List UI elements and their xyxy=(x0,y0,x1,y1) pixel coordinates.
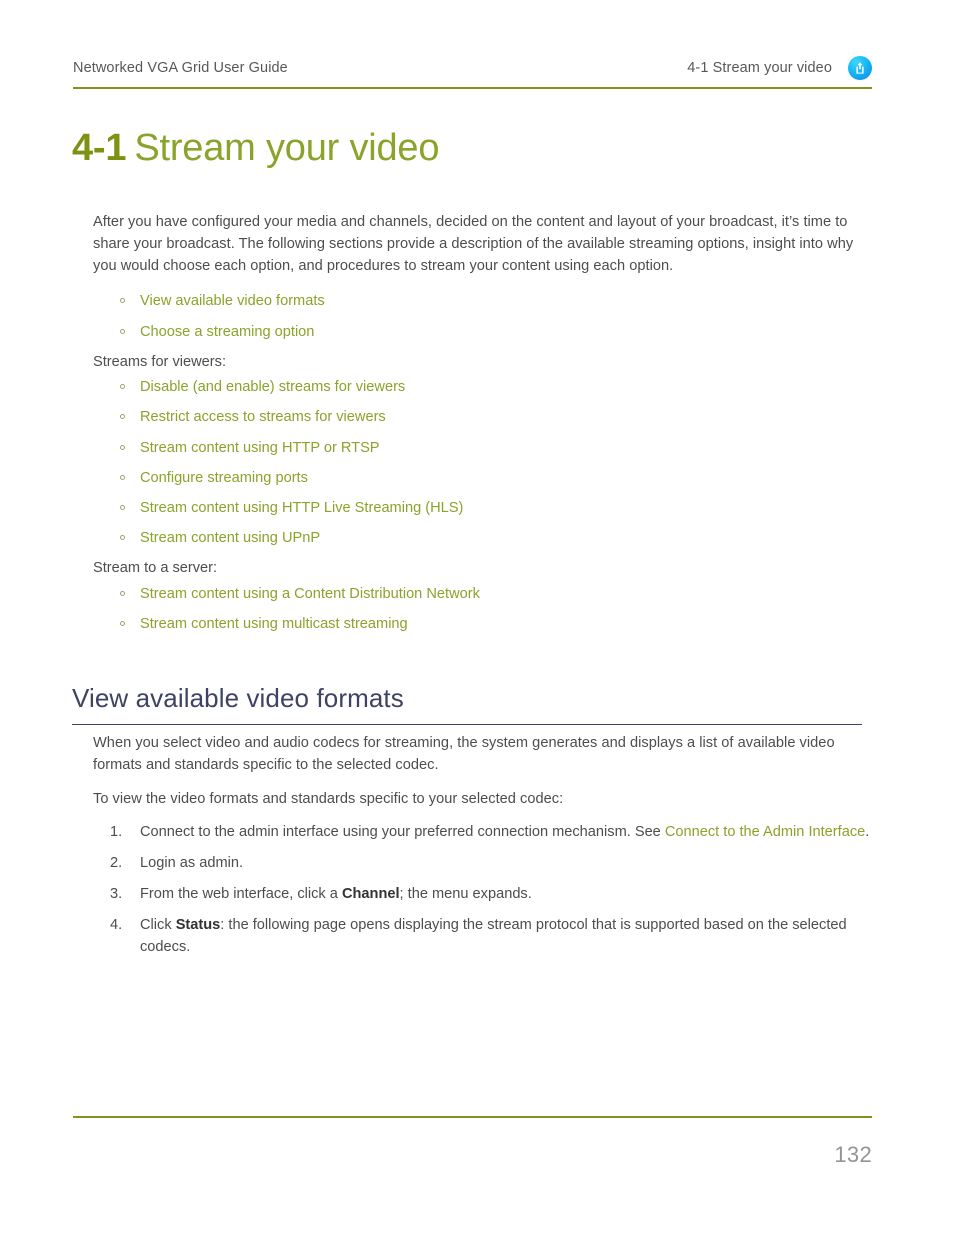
step-1-text: Connect to the admin interface using you… xyxy=(140,824,665,841)
link-stream-content-using-upnp[interactable]: Stream content using UPnP xyxy=(140,530,320,546)
link-connect-to-the-admin-interface[interactable]: Connect to the Admin Interface xyxy=(665,824,865,840)
top-link-list: View available video formats Choose a st… xyxy=(93,291,872,341)
viewers-link-list: Disable (and enable) streams for viewers… xyxy=(93,377,872,548)
bullet-icon xyxy=(120,414,125,420)
link-disable-and-enable-streams-for-viewers[interactable]: Disable (and enable) streams for viewers xyxy=(140,379,405,395)
footer-rule xyxy=(73,1116,872,1118)
step-3-suffix: ; the menu expands. xyxy=(399,885,532,902)
list-item: Stream content using UPnP xyxy=(93,528,872,548)
list-item: Configure streaming ports xyxy=(93,468,872,488)
share-upload-icon xyxy=(848,56,872,80)
step-3-prefix: From the web interface, click a xyxy=(140,885,342,902)
link-configure-streaming-ports[interactable]: Configure streaming ports xyxy=(140,470,308,486)
step-4-suffix: : the following page opens displaying th… xyxy=(140,916,847,955)
document-page: Networked VGA Grid User Guide 4-1 Stream… xyxy=(0,0,954,1235)
bullet-icon xyxy=(120,505,125,511)
bullet-icon xyxy=(120,298,125,304)
bullet-icon xyxy=(120,328,125,334)
header-section-title: 4-1 Stream your video xyxy=(687,60,832,76)
header-right-group: 4-1 Stream your video xyxy=(687,56,872,80)
intro-content: After you have configured your media and… xyxy=(93,212,872,644)
link-stream-content-using-a-content-distribution-network[interactable]: Stream content using a Content Distribut… xyxy=(140,586,480,602)
link-restrict-access-to-streams-for-viewers[interactable]: Restrict access to streams for viewers xyxy=(140,409,386,425)
list-item: Restrict access to streams for viewers xyxy=(93,407,872,427)
stream-to-a-server-label: Stream to a server: xyxy=(93,560,218,577)
list-item: Stream content using HTTP Live Streaming… xyxy=(93,498,872,518)
bullet-icon xyxy=(120,535,125,541)
streams-for-viewers-label: Streams for viewers: xyxy=(93,353,226,370)
list-item: Stream content using multicast streaming xyxy=(93,614,872,634)
list-item: Disable (and enable) streams for viewers xyxy=(93,377,872,397)
page-number: 132 xyxy=(834,1142,872,1167)
server-link-list: Stream content using a Content Distribut… xyxy=(93,584,872,634)
bullet-icon xyxy=(120,444,125,450)
link-choose-a-streaming-option[interactable]: Choose a streaming option xyxy=(140,324,314,340)
page-title-number: 4-1 xyxy=(72,127,127,169)
list-item: View available video formats xyxy=(93,291,872,311)
list-item: Stream content using a Content Distribut… xyxy=(93,584,872,604)
header-rule xyxy=(73,87,872,89)
step-4: Click Status: the following page opens d… xyxy=(93,915,872,959)
section-heading: View available video formats xyxy=(72,683,862,725)
step-4-ui-label: Status xyxy=(175,916,221,933)
intro-paragraph: After you have configured your media and… xyxy=(93,214,854,274)
step-1: Connect to the admin interface using you… xyxy=(93,822,872,844)
step-3: From the web interface, click a Channel;… xyxy=(93,884,872,906)
page-title: 4-1 Stream your video xyxy=(72,125,439,171)
page-header: Networked VGA Grid User Guide 4-1 Stream… xyxy=(73,56,872,80)
link-stream-content-using-hls[interactable]: Stream content using HTTP Live Streaming… xyxy=(140,500,463,516)
link-stream-content-using-multicast-streaming[interactable]: Stream content using multicast streaming xyxy=(140,616,408,632)
link-stream-content-using-http-or-rtsp[interactable]: Stream content using HTTP or RTSP xyxy=(140,440,380,456)
step-4-prefix: Click xyxy=(140,916,176,933)
bullet-icon xyxy=(120,384,125,390)
bullet-icon xyxy=(120,621,125,627)
list-item: Stream content using HTTP or RTSP xyxy=(93,438,872,458)
list-item: Choose a streaming option xyxy=(93,322,872,342)
bullet-icon xyxy=(120,590,125,596)
step-2: Login as admin. xyxy=(93,853,872,875)
step-2-text: Login as admin. xyxy=(140,855,244,872)
section-paragraph-1: When you select video and audio codecs f… xyxy=(93,735,835,773)
procedure-steps: Connect to the admin interface using you… xyxy=(93,822,872,958)
section-paragraph-2: To view the video formats and standards … xyxy=(93,790,564,807)
header-document-title: Networked VGA Grid User Guide xyxy=(73,60,288,76)
page-title-text: Stream your video xyxy=(134,127,440,169)
step-1-suffix: . xyxy=(865,824,870,841)
section-body: When you select video and audio codecs f… xyxy=(93,733,872,967)
section-heading-wrap: View available video formats xyxy=(72,683,862,725)
link-view-available-video-formats[interactable]: View available video formats xyxy=(140,293,325,309)
step-3-ui-label: Channel xyxy=(341,885,400,902)
bullet-icon xyxy=(120,474,125,480)
